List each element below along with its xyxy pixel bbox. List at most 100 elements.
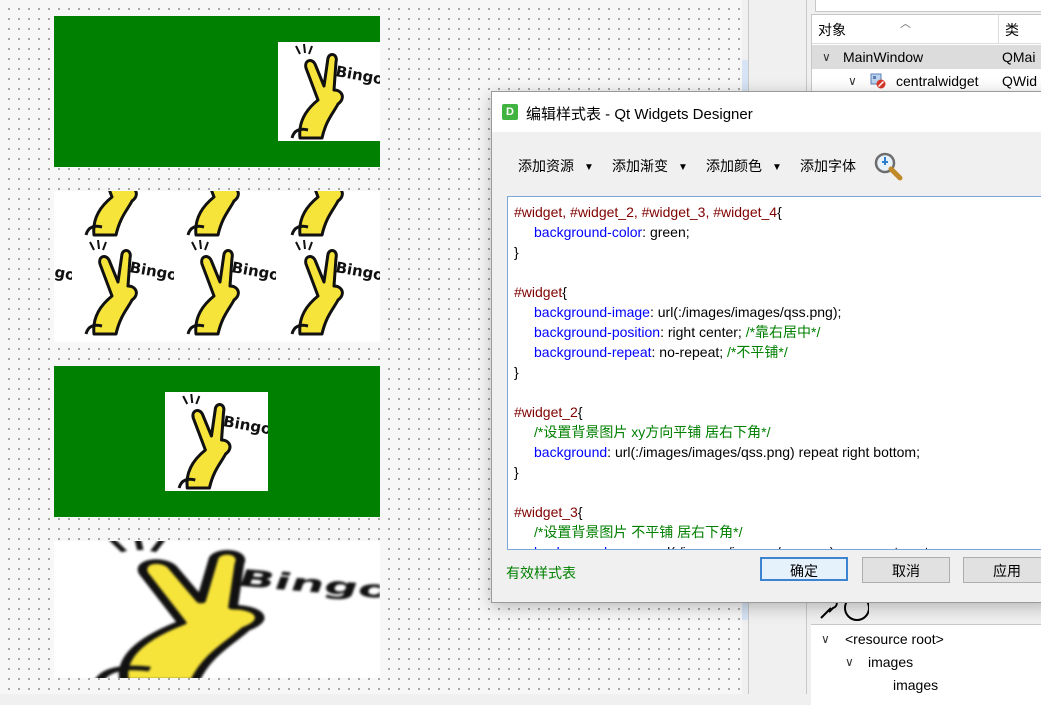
code-token-prop: background-position xyxy=(534,324,661,340)
add-color-button[interactable]: 添加颜色 ▼ xyxy=(706,156,782,176)
code-token-cmt: /*设置背景图片 不平铺 居右下角*/ xyxy=(534,524,743,540)
tree-row-name: centralwidget xyxy=(896,73,979,89)
ok-button[interactable]: 确定 xyxy=(760,557,848,581)
code-token-cmt: /*设置背景图片 xy方向平铺 居右下角*/ xyxy=(534,424,771,440)
qt-designer-app-icon: D xyxy=(502,104,518,120)
code-token-val: { xyxy=(577,504,583,520)
widget-4[interactable]: Bingo xyxy=(54,541,380,678)
code-line: } xyxy=(514,242,945,262)
code-token-val: : url(:/images/images/qss.png); xyxy=(649,304,842,320)
code-line: #widget{ xyxy=(514,282,945,302)
tree-row-class: QMai xyxy=(1002,49,1036,65)
code-line: #widget_3{ xyxy=(514,502,945,522)
widget-1[interactable]: Bingo xyxy=(54,16,380,167)
code-line: background-repeat: no-repeat; /*不平铺*/ xyxy=(514,342,945,362)
code-line: /*设置背景图片 xy方向平铺 居右下角*/ xyxy=(514,422,945,442)
code-token-val: } xyxy=(514,364,519,380)
code-token-prop: background xyxy=(534,544,607,549)
object-inspector-tree[interactable]: 对象 ︿ 类 ∨ MainWindow QMai ∨ centralwidget… xyxy=(811,14,1041,96)
code-line: background: url(:/images/images/qss.png)… xyxy=(514,442,945,462)
code-line: background-color: green; xyxy=(514,222,945,242)
code-token-val: { xyxy=(562,284,567,300)
code-token-val: } xyxy=(514,244,519,260)
layout-broken-icon xyxy=(870,73,886,89)
filter-input[interactable] xyxy=(815,0,1041,12)
tree-row-centralwidget[interactable]: ∨ centralwidget QWid xyxy=(812,69,1041,93)
code-token-prop: background-image xyxy=(534,304,650,320)
code-lines: #widget, #widget_2, #widget_3, #widget_4… xyxy=(514,202,945,549)
code-token-val: : url(:/images/images/qss.png) repeat ri… xyxy=(607,444,920,460)
code-token-cmt: /*靠右居中*/ xyxy=(745,324,821,340)
widget-2[interactable]: Bingo Bingo Bingo Bingo Bingo Bingo Bing… xyxy=(54,191,380,342)
bingo-sticker-icon: Bingo xyxy=(54,191,72,238)
apply-button[interactable]: 应用 xyxy=(963,557,1041,583)
bingo-sticker-icon: Bingo xyxy=(278,191,380,238)
code-token-sel: #widget xyxy=(514,284,563,300)
resource-row-label: images xyxy=(893,677,939,693)
dialog-titlebar[interactable]: D 编辑样式表 - Qt Widgets Designer xyxy=(492,92,1041,132)
resource-row-root[interactable]: ∨ <resource root> xyxy=(811,627,1041,651)
chevron-down-icon: ∨ xyxy=(822,50,831,64)
bingo-sticker-icon: Bingo xyxy=(72,191,174,238)
code-token-val: } xyxy=(514,464,519,480)
code-token-val: { xyxy=(777,204,782,220)
cancel-button[interactable]: 取消 xyxy=(862,557,950,583)
column-header-class[interactable]: 类 xyxy=(999,15,1041,44)
add-resource-button[interactable]: 添加资源 ▼ xyxy=(518,156,594,176)
chevron-down-icon: ∨ xyxy=(821,632,830,646)
dropdown-arrow-icon: ▼ xyxy=(584,162,594,173)
sort-up-icon: ︿ xyxy=(900,18,911,30)
resource-row-label: <resource root> xyxy=(845,631,944,647)
code-token-prop: background xyxy=(534,444,608,460)
bingo-sticker-icon: Bingo xyxy=(174,191,276,238)
stylesheet-editor[interactable]: #widget, #widget_2, #widget_3, #widget_4… xyxy=(507,196,1041,550)
add-resource-label: 添加资源 xyxy=(518,158,574,174)
chevron-down-icon: ∨ xyxy=(848,74,857,88)
code-line: background: green url(:/images/images/qs… xyxy=(514,542,945,549)
magnifier-icon[interactable] xyxy=(872,150,904,182)
add-gradient-label: 添加渐变 xyxy=(612,158,668,174)
resource-row-label: images xyxy=(868,654,914,670)
code-token-prop: background-color xyxy=(534,224,643,240)
edit-stylesheet-dialog[interactable]: D 编辑样式表 - Qt Widgets Designer 添加资源 ▼ 添加渐变… xyxy=(491,91,1041,603)
add-font-button[interactable]: 添加字体 xyxy=(800,156,856,176)
code-token-val: : green url(:/images/images/qss.png) no-… xyxy=(607,544,945,549)
column-header-object[interactable]: 对象 ︿ xyxy=(812,15,999,44)
tree-row-class: QWid xyxy=(1002,73,1037,89)
code-line: background-position: right center; /*靠右居… xyxy=(514,322,945,342)
valid-stylesheet-label: 有效样式表 xyxy=(506,565,576,581)
code-line: } xyxy=(514,362,945,382)
code-token-prop: background-repeat xyxy=(534,344,652,360)
tree-row-mainwindow[interactable]: ∨ MainWindow QMai xyxy=(812,45,1041,69)
code-line: } xyxy=(514,462,945,482)
code-line: /*设置背景图片 不平铺 居右下角*/ xyxy=(514,522,945,542)
tree-row-name: MainWindow xyxy=(843,49,924,65)
dialog-title: 编辑样式表 - Qt Widgets Designer xyxy=(526,106,753,123)
bingo-sticker-icon: Bingo xyxy=(165,392,268,491)
code-token-val: : no-repeat; xyxy=(651,344,728,360)
code-token-val: : green; xyxy=(642,224,690,240)
code-line: background-image: url(:/images/images/qs… xyxy=(514,302,945,322)
bingo-sticker-icon: Bingo xyxy=(278,42,380,141)
chevron-down-icon: ∨ xyxy=(845,655,854,669)
code-token-val: : right center; xyxy=(660,324,746,340)
code-token-val: { xyxy=(577,404,583,420)
dropdown-arrow-icon: ▼ xyxy=(772,162,782,173)
code-token-cmt: /*不平铺*/ xyxy=(727,344,788,360)
widget-3[interactable]: Bingo xyxy=(54,366,380,517)
bingo-sticker-icon: Bingo xyxy=(174,238,276,337)
add-gradient-button[interactable]: 添加渐变 ▼ xyxy=(612,156,688,176)
column-header-object-label: 对象 xyxy=(818,22,846,38)
code-token-sel: #widget_2 xyxy=(514,404,578,420)
resource-row-images[interactable]: ∨ images xyxy=(811,650,1041,674)
resource-row-images-child[interactable]: images xyxy=(811,673,1041,697)
code-token-sel: #widget_3 xyxy=(514,504,578,520)
code-line: #widget_2{ xyxy=(514,402,945,422)
resource-tree[interactable]: ∨ <resource root> ∨ images images xyxy=(811,624,1041,705)
code-line: #widget, #widget_2, #widget_3, #widget_4… xyxy=(514,202,945,222)
add-color-label: 添加颜色 xyxy=(706,158,762,174)
bingo-sticker-icon: Bingo xyxy=(54,238,72,337)
add-font-label: 添加字体 xyxy=(800,158,856,174)
